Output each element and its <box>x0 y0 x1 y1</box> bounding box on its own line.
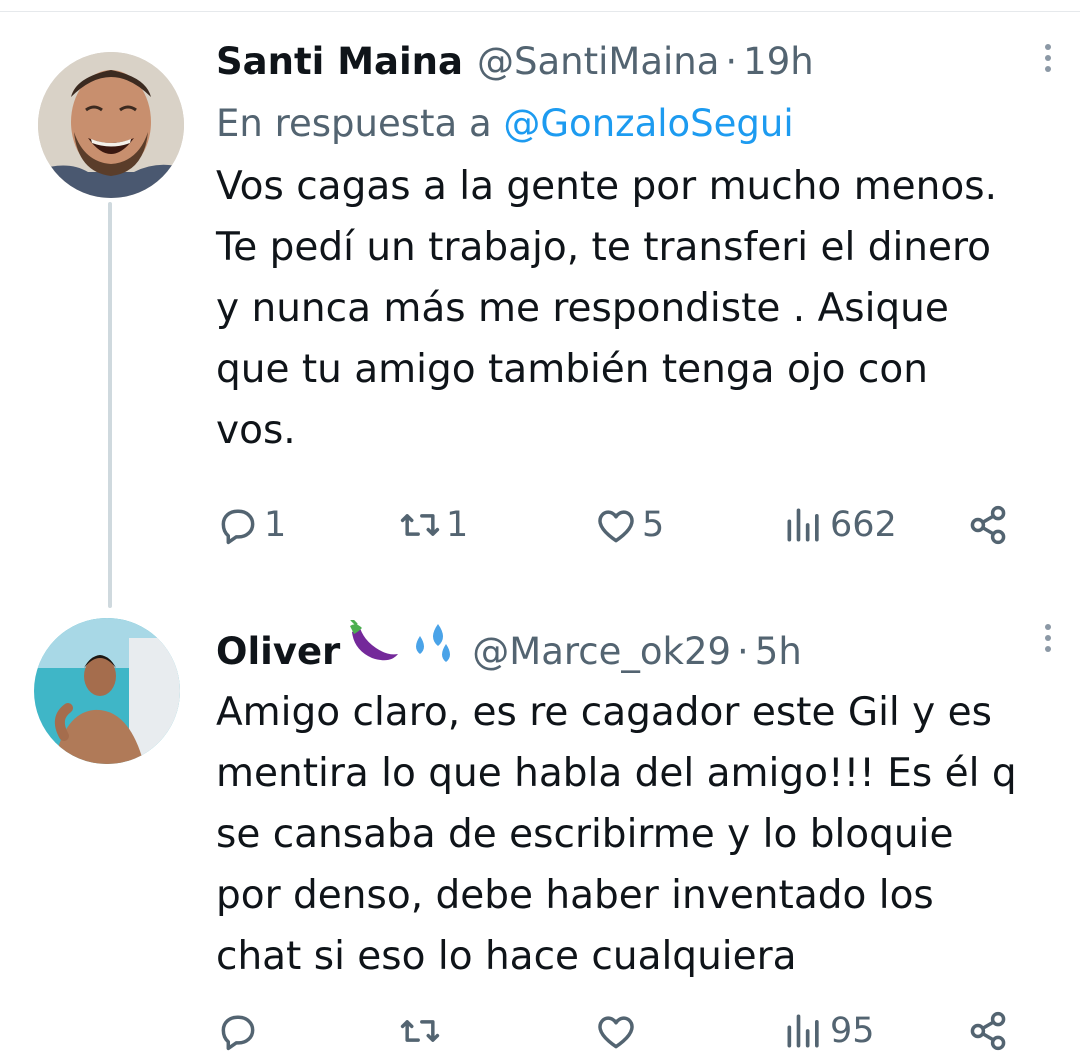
tweet-oliver[interactable]: Oliver @Marce_ok29 · 5h Amigo claro, es … <box>216 618 1051 987</box>
dot-separator: · <box>737 630 749 673</box>
reply-context: En respuesta a @GonzaloSegui <box>216 102 1046 146</box>
reply-mention-link[interactable]: @GonzaloSegui <box>503 102 793 145</box>
heart-icon <box>598 1016 634 1049</box>
user-handle[interactable]: @SantiMaina <box>477 40 719 84</box>
avatar-santi-maina[interactable] <box>38 52 184 198</box>
view-count: 95 <box>830 1011 875 1051</box>
views-chart-icon <box>787 508 819 542</box>
sweat-droplets-emoji-icon <box>408 620 458 674</box>
eggplant-emoji-icon <box>346 618 402 674</box>
retweet-button[interactable]: 1 <box>398 500 468 550</box>
display-name[interactable]: Santi Maina <box>216 40 463 84</box>
more-options-icon[interactable] <box>1042 44 1054 80</box>
share-icon <box>970 1011 1006 1051</box>
reply-button[interactable]: 1 <box>216 500 286 550</box>
top-divider <box>0 11 1080 12</box>
share-icon <box>970 505 1006 545</box>
view-count: 662 <box>830 505 897 545</box>
tweet-santi-maina[interactable]: Santi Maina @SantiMaina · 19h En respues… <box>216 40 1051 461</box>
reply-icon <box>221 1015 255 1051</box>
like-count: 5 <box>642 505 665 545</box>
views-chart-icon <box>787 1014 819 1048</box>
display-name[interactable]: Oliver <box>216 630 340 674</box>
reply-icon <box>221 509 255 545</box>
tweet-actions: 1 1 5 662 <box>216 500 1016 550</box>
tweet-text: Amigo claro, es re cagador este Gil y es… <box>216 690 1017 979</box>
timestamp[interactable]: 19h <box>743 40 814 84</box>
avatar-oliver[interactable] <box>34 618 180 764</box>
reply-count: 1 <box>264 505 287 545</box>
retweet-button[interactable] <box>398 1006 446 1056</box>
retweet-count: 1 <box>446 505 469 545</box>
retweet-icon <box>400 1020 440 1042</box>
views-button[interactable]: 662 <box>782 500 897 550</box>
timestamp[interactable]: 5h <box>755 630 802 674</box>
views-button[interactable]: 95 <box>782 1006 875 1056</box>
dot-separator: · <box>725 40 738 83</box>
reply-prefix: En respuesta a <box>216 102 492 145</box>
share-button[interactable] <box>966 1006 1010 1056</box>
like-button[interactable] <box>594 1006 642 1056</box>
thread-connector-line <box>108 202 112 608</box>
user-handle[interactable]: @Marce_ok29 <box>472 630 731 674</box>
heart-icon <box>598 510 634 543</box>
like-button[interactable]: 5 <box>594 500 664 550</box>
share-button[interactable] <box>966 500 1010 550</box>
tweet-header: Santi Maina @SantiMaina · 19h <box>216 40 1046 84</box>
retweet-icon <box>400 514 440 536</box>
tweet-text: Vos cagas a la gente por mucho menos. Te… <box>216 164 997 453</box>
tweet-actions: 95 <box>216 1006 1016 1056</box>
reply-button[interactable] <box>216 1006 264 1056</box>
more-options-icon[interactable] <box>1042 624 1054 660</box>
tweet-header: Oliver @Marce_ok29 · 5h <box>216 618 1046 674</box>
